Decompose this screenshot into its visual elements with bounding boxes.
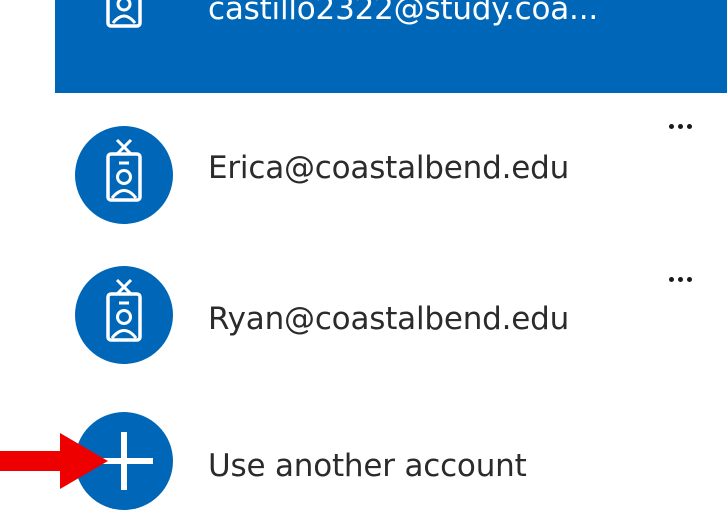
red-arrow-icon	[0, 433, 108, 489]
account-row[interactable]: Ryan@coastalbend.edu	[55, 246, 727, 374]
account-avatar	[75, 0, 173, 49]
account-avatar	[75, 266, 173, 364]
use-another-account-button[interactable]: Use another account	[55, 400, 727, 517]
account-picker-list: castillo2322@study.coa... Erica@coastalb…	[0, 0, 727, 517]
more-options-icon[interactable]	[667, 273, 697, 287]
account-row-selected[interactable]: castillo2322@study.coa...	[55, 0, 727, 93]
badge-person-icon	[106, 138, 142, 202]
use-another-account-label: Use another account	[208, 448, 527, 484]
account-row[interactable]: Erica@coastalbend.edu	[55, 112, 727, 240]
more-options-icon[interactable]	[667, 120, 697, 134]
account-email: castillo2322@study.coa...	[208, 0, 599, 27]
account-email: Ryan@coastalbend.edu	[208, 301, 570, 337]
account-avatar	[75, 126, 173, 224]
badge-person-icon	[106, 278, 142, 342]
badge-person-icon	[106, 0, 142, 28]
account-email: Erica@coastalbend.edu	[208, 150, 570, 186]
